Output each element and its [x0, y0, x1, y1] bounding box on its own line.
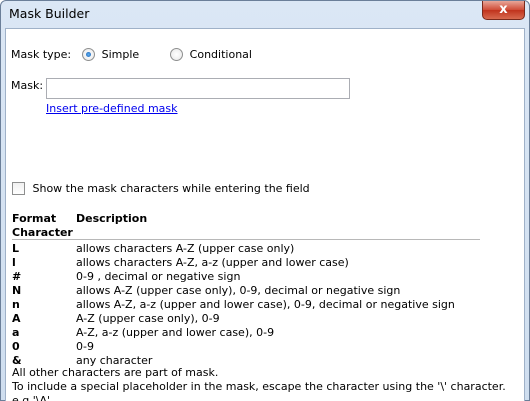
format-char: n: [12, 298, 20, 311]
table-row: # 0-9 , decimal or negative sign: [12, 270, 480, 284]
close-icon: x: [499, 2, 508, 17]
table-row: n allows A-Z, a-z (upper and lower case)…: [12, 298, 480, 312]
table-header: Format Character Description: [12, 212, 480, 240]
show-mask-chars-label[interactable]: Show the mask characters while entering …: [33, 182, 310, 195]
format-description: 0-9 , decimal or negative sign: [76, 270, 241, 283]
note-line-2: To include a special placeholder in the …: [12, 380, 506, 401]
table-row: l allows characters A-Z, a-z (upper and …: [12, 256, 480, 270]
format-char: A: [12, 312, 21, 325]
mask-type-label: Mask type:: [11, 48, 72, 61]
conditional-radio-label[interactable]: Conditional: [190, 48, 252, 61]
close-button[interactable]: x: [482, 1, 525, 20]
format-char: 0: [12, 340, 20, 353]
mask-label: Mask:: [11, 79, 44, 92]
mask-input[interactable]: [46, 78, 350, 99]
format-char: N: [12, 284, 22, 297]
format-description: allows characters A-Z (upper case only): [76, 242, 295, 255]
table-row: N allows A-Z (upper case only), 0-9, dec…: [12, 284, 480, 298]
table-row: L allows characters A-Z (upper case only…: [12, 242, 480, 256]
format-char: L: [12, 242, 20, 255]
description-column-header: Description: [76, 212, 148, 225]
format-column-header: Format: [12, 212, 57, 225]
format-char: a: [12, 326, 20, 339]
window-title: Mask Builder: [9, 6, 90, 21]
character-column-header: Character: [12, 226, 73, 239]
notes: All other characters are part of mask. T…: [12, 366, 524, 401]
conditional-radio[interactable]: [170, 48, 184, 61]
simple-radio-label[interactable]: Simple: [102, 48, 140, 61]
format-description: allows A-Z, a-z (upper and lower case), …: [76, 298, 455, 311]
title-bar[interactable]: Mask Builder x: [1, 1, 529, 28]
table-row: 0 0-9: [12, 340, 480, 354]
table-row: A A-Z (upper case only), 0-9: [12, 312, 480, 326]
mask-type-row: Mask type: Simple Conditional: [11, 48, 252, 61]
table-row: a A-Z, a-z (upper and lower case), 0-9: [12, 326, 480, 340]
format-table: Format Character Description L allows ch…: [12, 212, 480, 368]
mask-builder-window: Mask Builder x Mask type: Simple Conditi…: [0, 0, 530, 401]
dialog-body: Mask type: Simple Conditional Mask: Inse…: [5, 28, 525, 401]
show-mask-chars-checkbox[interactable]: [12, 182, 25, 195]
format-description: 0-9: [76, 340, 94, 353]
format-description: allows A-Z (upper case only), 0-9, decim…: [76, 284, 401, 297]
format-description: A-Z, a-z (upper and lower case), 0-9: [76, 326, 275, 339]
format-char: #: [12, 270, 22, 283]
note-line-1: All other characters are part of mask.: [12, 366, 219, 379]
show-mask-chars-row: Show the mask characters while entering …: [12, 182, 310, 195]
format-description: allows characters A-Z, a-z (upper and lo…: [76, 256, 349, 269]
format-description: A-Z (upper case only), 0-9: [76, 312, 220, 325]
simple-radio[interactable]: [82, 48, 96, 61]
format-char: l: [12, 256, 16, 269]
insert-predefined-mask-link[interactable]: Insert pre-defined mask: [46, 102, 178, 115]
